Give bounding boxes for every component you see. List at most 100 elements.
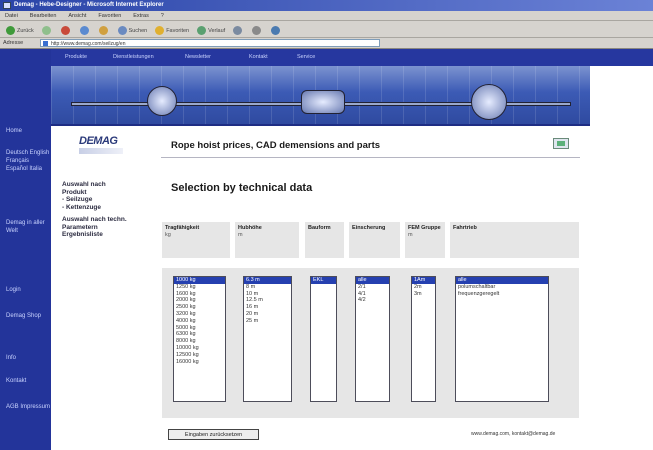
list-item[interactable]: 6.3 m (244, 277, 291, 284)
list-item[interactable]: 12500 kg (174, 352, 225, 359)
home-button[interactable] (96, 23, 113, 37)
monitor-icon[interactable] (553, 138, 569, 149)
banner-hoist-shape (301, 90, 345, 114)
nav-home[interactable]: Home (6, 127, 50, 135)
menu-rope-hoists[interactable]: - Seilzuge (62, 196, 157, 204)
search-button[interactable]: Suchen (115, 23, 151, 37)
back-button[interactable]: Zurück (3, 23, 37, 37)
nav-legal[interactable]: AGB Impressum (6, 403, 50, 411)
nav-login[interactable]: Login (6, 286, 50, 294)
nav-worldwide[interactable]: Demag in aller Welt (6, 219, 50, 235)
address-label: Adresse (3, 40, 24, 46)
list-item[interactable]: 12.5 m (244, 297, 291, 304)
list-item[interactable]: 5000 kg (174, 325, 225, 332)
menu-tools[interactable]: Extras (128, 11, 154, 19)
menu-by-params-2[interactable]: Parametern (62, 224, 157, 232)
list-item[interactable]: 2000 kg (174, 297, 225, 304)
menu-by-params[interactable]: Auswahl nach techn. (62, 216, 157, 224)
list-item[interactable]: 1250 kg (174, 284, 225, 291)
menu-by-product-2[interactable]: Produkt (62, 189, 157, 197)
refresh-button[interactable] (77, 23, 94, 37)
stop-button[interactable] (58, 23, 75, 37)
list-item[interactable]: EKL (311, 277, 336, 284)
reeving-listbox[interactable]: alle 2/1 4/1 4/2 (355, 276, 390, 402)
list-item[interactable]: 2/1 (356, 284, 389, 291)
list-item[interactable]: frequenzgeregelt (456, 291, 548, 298)
print-button[interactable] (249, 23, 266, 37)
menu-edit[interactable]: Bearbeiten (25, 11, 62, 19)
nav-contact[interactable]: Kontakt (6, 377, 50, 385)
topnav-services[interactable]: Dienstleistungen (113, 54, 154, 60)
nav-shop[interactable]: Demag Shop (6, 312, 50, 320)
list-item[interactable]: 4/2 (356, 297, 389, 304)
nav-info[interactable]: Info (6, 354, 50, 362)
list-item[interactable]: alle (456, 277, 548, 284)
list-item[interactable]: 1Am (412, 277, 435, 284)
star-icon (155, 26, 165, 35)
fem-listbox[interactable]: 1Am 2m 3m (411, 276, 436, 402)
edit-button[interactable] (268, 23, 285, 37)
list-item[interactable]: 3200 kg (174, 311, 225, 318)
search-icon (117, 26, 127, 35)
list-item[interactable]: 10000 kg (174, 345, 225, 352)
topnav-newsletter[interactable]: Newsletter (185, 54, 211, 60)
demag-logo[interactable]: DEMAG (79, 135, 118, 147)
browser-toolbar: Zurück Suchen Favoriten Verlauf (0, 21, 653, 38)
header-banner-image (51, 66, 590, 126)
list-item[interactable]: 8 m (244, 284, 291, 291)
browser-icon (3, 2, 11, 9)
colhead-travel: Fahrtrieb (450, 222, 579, 258)
banner-drum-shape (147, 86, 177, 116)
list-item[interactable]: 1600 kg (174, 291, 225, 298)
list-item[interactable]: 1000 kg (174, 277, 225, 284)
back-arrow-icon (6, 26, 15, 35)
address-bar: Adresse http://www.demag.com/seilzug/en (0, 38, 653, 49)
topnav-service[interactable]: Service (297, 54, 315, 60)
reset-button[interactable]: Eingaben zurücksetzen (168, 429, 259, 440)
mail-button[interactable] (230, 23, 247, 37)
colhead-reeving: Einscherung (349, 222, 400, 258)
travel-listbox[interactable]: alle polumschaltbar frequenzgeregelt (455, 276, 549, 402)
menu-results[interactable]: Ergebnisliste (62, 231, 157, 239)
list-item[interactable]: 16 m (244, 304, 291, 311)
banner-right-blank (590, 66, 653, 126)
list-item[interactable]: 8000 kg (174, 338, 225, 345)
menu-help[interactable]: ? (156, 11, 169, 19)
footer-text: www.demag.com, kontakt@demag.de (471, 431, 556, 437)
list-item[interactable]: 3m (412, 291, 435, 298)
menu-favorites[interactable]: Favoriten (93, 11, 126, 19)
design-listbox[interactable]: EKL (310, 276, 337, 402)
topnav-products[interactable]: Produkte (65, 54, 87, 60)
menu-view[interactable]: Ansicht (63, 11, 91, 19)
list-item[interactable]: 6300 kg (174, 331, 225, 338)
topnav-contact[interactable]: Kontakt (249, 54, 268, 60)
forward-button[interactable] (39, 23, 56, 37)
top-nav: Produkte Dienstleistungen Newsletter Kon… (51, 49, 653, 66)
list-item[interactable]: 2500 kg (174, 304, 225, 311)
page-title: Rope hoist prices, CAD demensions and pa… (171, 140, 381, 151)
menu-by-product[interactable]: Auswahl nach (62, 181, 157, 189)
main-content: DEMAG Rope hoist prices, CAD demensions … (51, 126, 653, 450)
title-divider (161, 157, 580, 158)
list-item[interactable]: 4000 kg (174, 318, 225, 325)
colhead-fem: FEM Gruppe m (405, 222, 445, 258)
list-item[interactable]: 25 m (244, 318, 291, 325)
list-item[interactable]: polumschaltbar (456, 284, 548, 291)
list-item[interactable]: 20 m (244, 311, 291, 318)
address-input[interactable]: http://www.demag.com/seilzug/en (40, 39, 380, 47)
menu-chain-hoists[interactable]: - Kettenzuge (62, 204, 157, 212)
height-listbox[interactable]: 6.3 m 8 m 10 m 12.5 m 16 m 20 m 25 m (243, 276, 292, 402)
list-item[interactable]: 4/1 (356, 291, 389, 298)
capacity-listbox[interactable]: 1000 kg 1250 kg 1600 kg 2000 kg 2500 kg … (173, 276, 226, 402)
favorites-button[interactable]: Favoriten (152, 23, 192, 37)
logo-subtitle-graphic (79, 148, 123, 154)
list-item[interactable]: 16000 kg (174, 359, 225, 366)
list-item[interactable]: alle (356, 277, 389, 284)
stop-icon (60, 26, 70, 35)
list-item[interactable]: 10 m (244, 291, 291, 298)
nav-languages[interactable]: Deutsch English Français Español Italia (6, 149, 50, 173)
menu-file[interactable]: Datei (0, 11, 23, 19)
history-button[interactable]: Verlauf (194, 23, 228, 37)
colhead-design: Bauform (305, 222, 344, 258)
list-item[interactable]: 2m (412, 284, 435, 291)
